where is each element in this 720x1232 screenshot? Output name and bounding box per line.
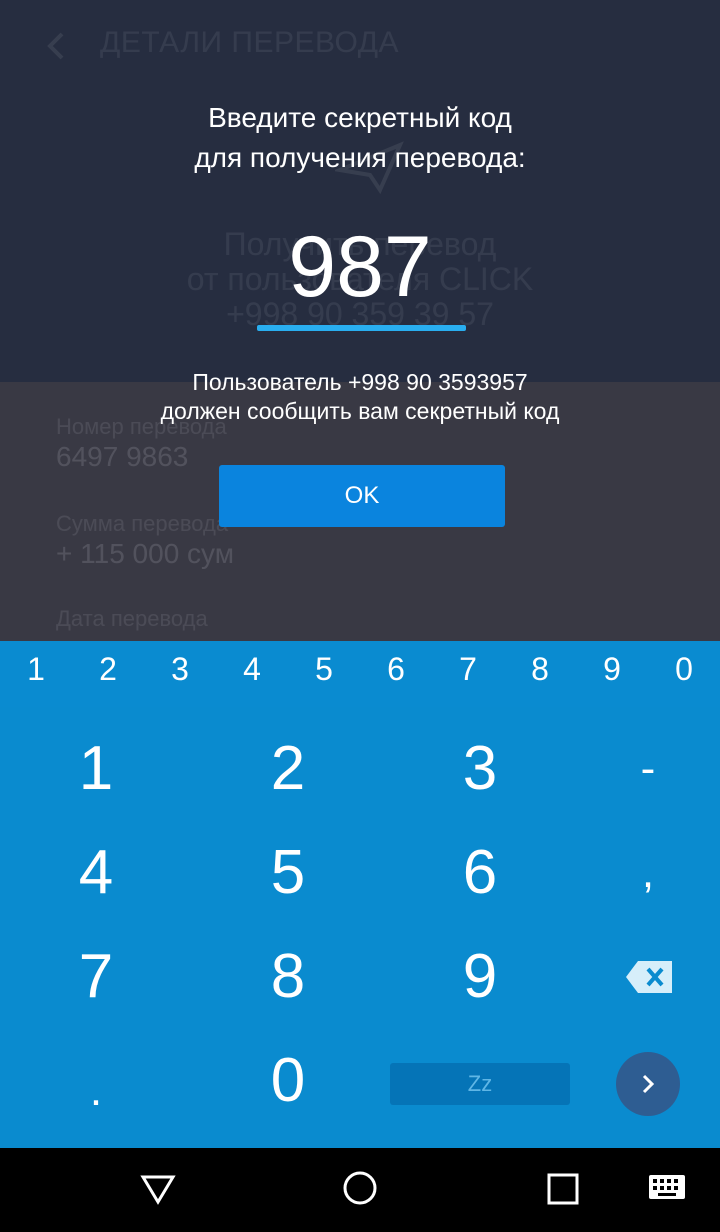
prompt-line-2: для получения перевода: [194, 142, 526, 173]
recents-square-icon[interactable] [546, 1170, 580, 1206]
keyboard-icon[interactable] [648, 1174, 686, 1202]
backspace-icon[interactable] [626, 961, 672, 993]
space-key[interactable]: Zz [390, 1063, 570, 1105]
number-row-key-3[interactable]: 3 [144, 651, 216, 688]
key-4[interactable]: 4 [6, 823, 186, 923]
back-triangle-icon[interactable] [140, 1170, 176, 1206]
key-2[interactable]: 2 [198, 719, 378, 819]
secret-code-input[interactable]: 987 [0, 212, 720, 322]
number-row-key-5[interactable]: 5 [288, 651, 360, 688]
key-1[interactable]: 1 [6, 719, 186, 819]
key-3[interactable]: 3 [390, 719, 570, 819]
code-prompt: Введите секретный код для получения пере… [0, 98, 720, 178]
number-row-key-8[interactable]: 8 [504, 651, 576, 688]
number-row-key-0[interactable]: 0 [648, 651, 720, 688]
number-row-key-4[interactable]: 4 [216, 651, 288, 688]
hint-line-1: Пользователь +998 90 3593957 [192, 369, 528, 395]
key-comma[interactable]: , [588, 823, 708, 923]
number-row-key-7[interactable]: 7 [432, 651, 504, 688]
key-5[interactable]: 5 [198, 823, 378, 923]
number-row-key-9[interactable]: 9 [576, 651, 648, 688]
key-6[interactable]: 6 [390, 823, 570, 923]
number-row-key-1[interactable]: 1 [0, 651, 72, 688]
field-value-number: 6497 9863 [56, 441, 189, 472]
hint-line-2: должен сообщить вам секретный код [160, 398, 560, 424]
number-row: 1 2 3 4 5 6 7 8 9 0 [0, 641, 720, 707]
key-0[interactable]: 0 [198, 1031, 378, 1131]
key-7[interactable]: 7 [6, 927, 186, 1027]
prompt-line-1: Введите секретный код [208, 102, 512, 133]
number-row-key-2[interactable]: 2 [72, 651, 144, 688]
code-hint: Пользователь +998 90 3593957 должен сооб… [0, 368, 720, 426]
home-circle-icon[interactable] [342, 1170, 378, 1206]
chevron-right-icon [642, 1074, 655, 1094]
field-value-amount: + 115 000 сум [56, 538, 234, 569]
key-period[interactable]: . [6, 1041, 186, 1141]
ok-button[interactable]: OK [219, 465, 505, 527]
key-minus[interactable]: - [588, 719, 708, 819]
number-row-key-6[interactable]: 6 [360, 651, 432, 688]
numeric-keyboard: 1 2 3 4 5 6 7 8 9 0 1 2 3 - 4 5 6 , 7 8 … [0, 641, 720, 1148]
system-navbar [0, 1148, 720, 1232]
back-arrow-icon [47, 32, 64, 60]
key-9[interactable]: 9 [390, 927, 570, 1027]
field-label-date: Дата перевода [56, 606, 208, 631]
field-label-amount: Сумма перевода [56, 511, 229, 536]
background-title: ДЕТАЛИ ПЕРЕВОДА [100, 26, 400, 59]
key-8[interactable]: 8 [198, 927, 378, 1027]
code-input-underline [257, 325, 466, 331]
enter-key[interactable] [616, 1052, 680, 1116]
